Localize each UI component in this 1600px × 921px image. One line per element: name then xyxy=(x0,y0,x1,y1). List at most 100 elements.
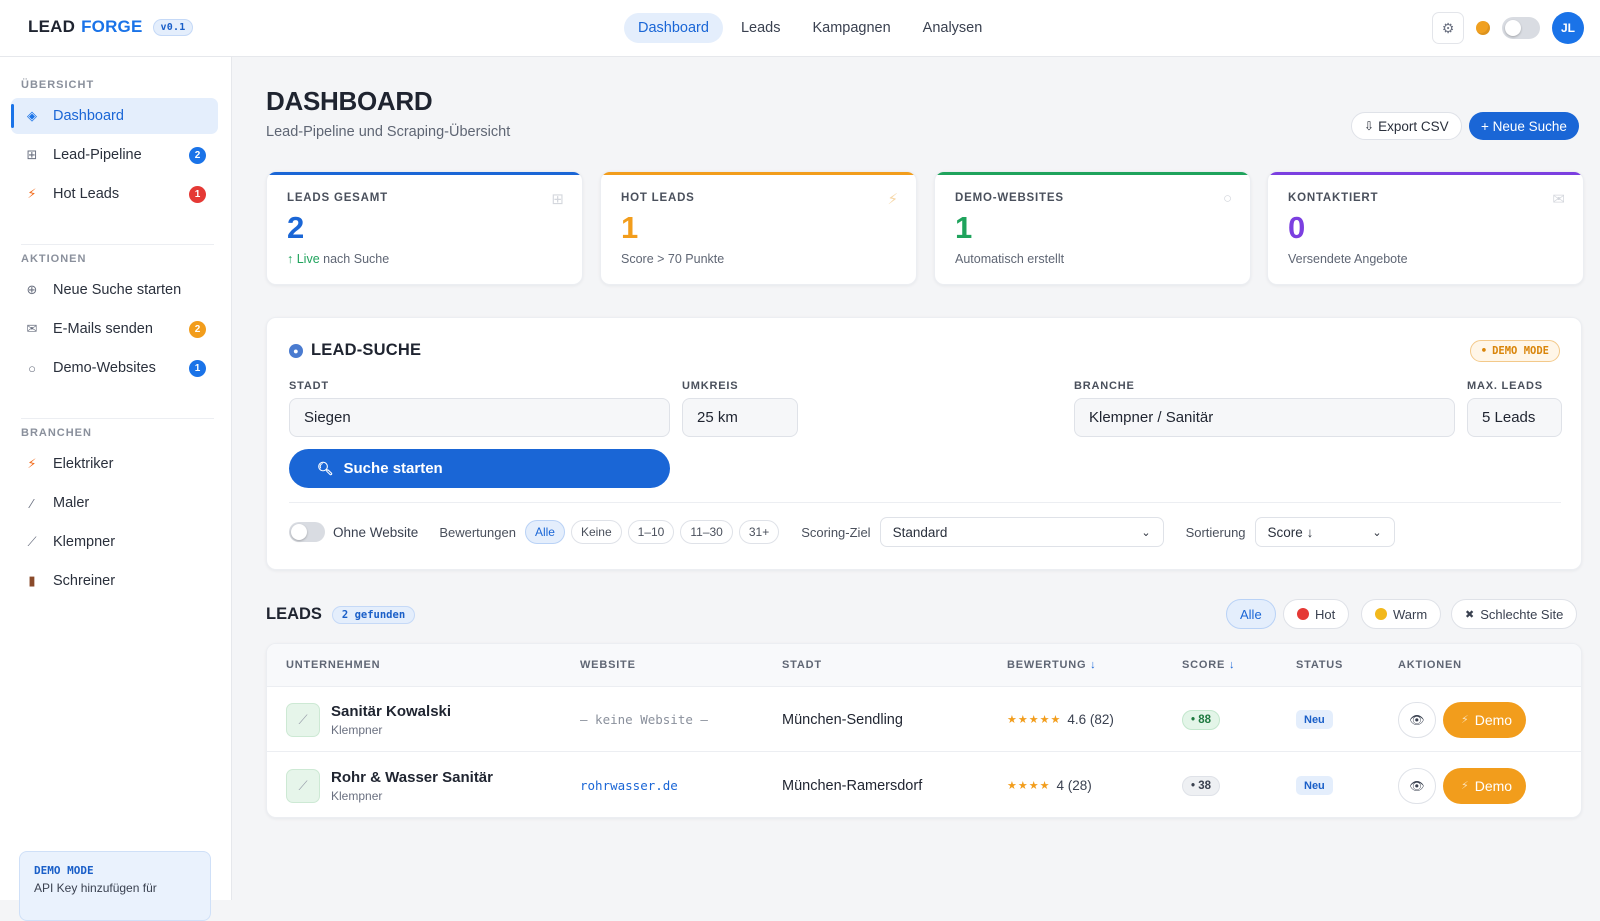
sidebar-item-maler[interactable]: ⁄ Maler xyxy=(11,485,218,521)
sidebar-item-label: Lead-Pipeline xyxy=(53,147,142,163)
sidebar-item-lead-pipeline[interactable]: ⊞ Lead-Pipeline 2 xyxy=(11,137,218,173)
rating-pill-all[interactable]: Alle xyxy=(524,520,565,544)
sidebar-item-label: Neue Suche starten xyxy=(53,282,182,298)
rating-pill-none[interactable]: Keine xyxy=(570,520,622,544)
tab-leads[interactable]: Leads xyxy=(727,13,795,43)
stat-label: DEMO-WEBSITES xyxy=(955,192,1064,204)
stat-note: Score > 70 Punkte xyxy=(621,252,725,266)
sidebar-item-schreiner[interactable]: ▮ Schreiner xyxy=(11,563,218,599)
divider xyxy=(289,502,1561,503)
company-category: Klempner xyxy=(331,722,383,737)
avatar[interactable]: JL xyxy=(1552,12,1584,44)
wrench-icon: ⟋ xyxy=(286,702,320,737)
sidebar-item-dashboard[interactable]: ◈ Dashboard xyxy=(11,98,218,134)
lead-search-title-text: LEAD-SUCHE xyxy=(311,341,422,359)
top-bar: LEAD FORGE v0.1 Dashboard Leads Kampagne… xyxy=(0,0,1600,57)
leads-filter-warm[interactable]: Warm xyxy=(1361,599,1442,629)
grid-icon: ⊞ xyxy=(26,147,38,162)
stat-label: LEADS GESAMT xyxy=(287,192,388,204)
sidebar-item-demo-websites[interactable]: ○ Demo-Websites 1 xyxy=(11,350,218,386)
max-leads-input[interactable]: 5 Leads xyxy=(1467,398,1562,437)
mail-icon: ✉ xyxy=(26,321,38,336)
demo-mode-title: DEMO MODE xyxy=(34,864,94,877)
tab-kampagnen[interactable]: Kampagnen xyxy=(798,13,904,43)
live-label: Live xyxy=(296,252,320,266)
no-website-toggle[interactable] xyxy=(289,522,325,542)
sidebar-item-label: Dashboard xyxy=(53,108,124,124)
scoring-select[interactable]: Standard ⌄ xyxy=(879,517,1164,547)
leads-filter-all[interactable]: Alle xyxy=(1226,599,1276,629)
rating-pill-1-10[interactable]: 1–10 xyxy=(627,520,675,544)
theme-toggle[interactable] xyxy=(1502,17,1540,39)
version-badge: v0.1 xyxy=(152,18,194,36)
sidebar-item-emails[interactable]: ✉ E-Mails senden 2 xyxy=(11,311,218,347)
demo-button-label: Demo xyxy=(1474,711,1513,728)
sidebar-item-label: Hot Leads xyxy=(53,186,120,202)
table-row[interactable]: ⟋ Sanitär Kowalski Klempner — keine Webs… xyxy=(267,687,1581,752)
new-search-button[interactable]: + Neue Suche xyxy=(1469,112,1579,140)
lightning-icon: ⚡ xyxy=(1461,714,1469,726)
logo-lead: LEAD xyxy=(28,17,76,36)
column-header[interactable]: AKTIONEN xyxy=(1398,659,1462,671)
website-link[interactable]: rohrwasser.de xyxy=(580,753,678,817)
sidebar-item-neue-suche[interactable]: ⊕ Neue Suche starten xyxy=(11,272,218,308)
city-input[interactable]: Siegen xyxy=(289,398,670,437)
export-csv-label: Export CSV xyxy=(1378,118,1449,134)
sidebar-item-elektriker[interactable]: ⚡ Elektriker xyxy=(11,446,218,482)
branch-label: BRANCHE xyxy=(1074,380,1135,392)
stat-note: Versendete Angebote xyxy=(1288,252,1408,266)
table-header: UNTERNEHMEN WEBSITE STADT BEWERTUNG ↓ SC… xyxy=(267,644,1581,687)
demo-button[interactable]: ⚡ Demo xyxy=(1443,701,1527,738)
sidebar-item-label: Maler xyxy=(53,495,90,511)
column-header[interactable]: STATUS xyxy=(1296,659,1343,671)
sidebar-section-title: BRANCHEN xyxy=(21,427,92,439)
wood-icon: ▮ xyxy=(28,573,36,588)
table-row[interactable]: ⟋ Rohr & Wasser Sanitär Klempner rohrwas… xyxy=(267,753,1581,817)
view-eye-icon[interactable]: 👁︎ xyxy=(1398,767,1436,804)
brush-icon: ⁄ xyxy=(30,495,34,511)
company-name: Rohr & Wasser Sanitär xyxy=(331,768,493,786)
column-header[interactable]: WEBSITE xyxy=(580,659,636,671)
leads-filter-hot[interactable]: Hot xyxy=(1283,599,1350,629)
count-badge: 1 xyxy=(189,186,206,203)
branch-input[interactable]: Klempner / Sanitär xyxy=(1074,398,1455,437)
page-subtitle: Lead-Pipeline und Scraping-Übersicht xyxy=(266,124,511,140)
count-badge: 1 xyxy=(189,360,206,377)
app-logo[interactable]: LEAD FORGE v0.1 xyxy=(28,17,194,37)
export-csv-button[interactable]: ⇩ Export CSV xyxy=(1351,112,1462,140)
tab-analysen[interactable]: Analysen xyxy=(909,13,997,43)
leads-filter-label: Schlechte Site xyxy=(1480,606,1564,622)
sidebar-item-klempner[interactable]: ⟋ Klempner xyxy=(11,524,218,560)
sidebar-item-hot-leads[interactable]: ⚡ Hot Leads 1 xyxy=(11,176,218,212)
status-cell: Neu xyxy=(1296,687,1333,752)
settings-icon[interactable]: ⚙ xyxy=(1432,12,1464,44)
logo-forge: FORGE xyxy=(81,17,143,36)
start-search-button[interactable]: 🔍︎ Suche starten xyxy=(289,449,670,488)
company-category: Klempner xyxy=(331,788,383,803)
column-header-rating[interactable]: BEWERTUNG ↓ xyxy=(1007,659,1096,671)
tab-dashboard[interactable]: Dashboard xyxy=(624,13,723,43)
actions-cell: 👁︎ ⚡ Demo xyxy=(1398,753,1527,817)
circle-icon: ○ xyxy=(28,360,36,376)
demo-button[interactable]: ⚡ Demo xyxy=(1443,767,1527,804)
score-badge: • 88 xyxy=(1182,709,1221,730)
chevron-down-icon: ⌄ xyxy=(1141,526,1151,539)
rating-pill-11-30[interactable]: 11–30 xyxy=(680,520,733,544)
stat-note: Automatisch erstellt xyxy=(955,252,1065,266)
leads-filter-label: Alle xyxy=(1240,606,1262,622)
lead-search-card: ● LEAD-SUCHE • DEMO MODE STADT Siegen UMK… xyxy=(266,317,1582,570)
column-header[interactable]: UNTERNEHMEN xyxy=(286,659,380,671)
sort-arrow-icon: ↓ xyxy=(1228,659,1236,671)
column-header[interactable]: STADT xyxy=(782,659,822,671)
sidebar-item-label: Demo-Websites xyxy=(53,360,156,376)
view-eye-icon[interactable]: 👁︎ xyxy=(1398,701,1436,738)
column-header-score[interactable]: SCORE ↓ xyxy=(1182,659,1235,671)
stat-card-contacted: KONTAKTIERT 0 Versendete Angebote ✉ xyxy=(1267,171,1584,285)
rating-value: 4 (28) xyxy=(1056,778,1092,793)
radius-input[interactable]: 25 km xyxy=(682,398,798,437)
sort-select[interactable]: Score ↓ ⌄ xyxy=(1254,517,1395,547)
star-rating-icon: ★★★★★ xyxy=(1007,714,1062,726)
rating-pill-31-plus[interactable]: 31+ xyxy=(738,520,780,544)
search-info-icon: ● xyxy=(289,343,303,358)
leads-filter-bad-site[interactable]: ✖ Schlechte Site xyxy=(1451,599,1578,629)
